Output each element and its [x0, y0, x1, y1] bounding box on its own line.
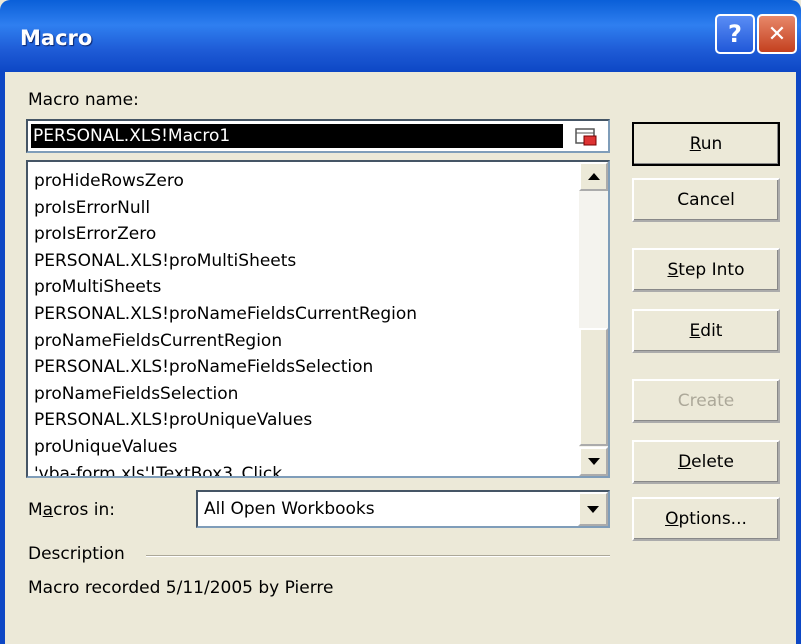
description-divider	[146, 555, 610, 557]
collapse-dialog-icon[interactable]	[572, 126, 600, 148]
title-bar: Macro ? ✕	[0, 0, 801, 72]
run-button[interactable]: Run	[632, 122, 780, 166]
macro-list-item[interactable]: PERSONAL.XLS!proMultiSheets	[34, 248, 417, 275]
cancel-button[interactable]: Cancel	[632, 178, 780, 222]
macro-name-input[interactable]: PERSONAL.XLS!Macro1	[26, 119, 610, 153]
description-text: Macro recorded 5/11/2005 by Pierre	[28, 578, 334, 598]
macro-name-value[interactable]: PERSONAL.XLS!Macro1	[31, 124, 563, 148]
vertical-scrollbar[interactable]	[579, 162, 608, 476]
scroll-down-icon[interactable]	[579, 447, 608, 476]
window-border-left	[0, 72, 5, 644]
window-title: Macro	[20, 26, 93, 50]
macro-list[interactable]: proHideRowsZero proIsErrorNull proIsErrorZ…	[26, 160, 610, 478]
delete-button[interactable]: Delete	[632, 440, 780, 484]
macro-list-item[interactable]: proNameFieldsCurrentRegion	[34, 328, 417, 355]
macros-in-value: All Open Workbooks	[204, 499, 375, 519]
macro-list-item[interactable]: proIsErrorNull	[34, 195, 417, 222]
macro-list-item[interactable]: PERSONAL.XLS!proNameFieldsSelection	[34, 354, 417, 381]
macro-list-item[interactable]: PERSONAL.XLS!proNameFieldsCurrentRegion	[34, 301, 417, 328]
macro-list-item[interactable]: proMultiSheets	[34, 274, 417, 301]
options-button[interactable]: Options...	[632, 497, 780, 541]
close-icon[interactable]: ✕	[757, 14, 797, 54]
macro-list-items: proHideRowsZero proIsErrorNull proIsErrorZ…	[34, 168, 417, 476]
macro-list-item[interactable]: proUniqueValues	[34, 434, 417, 461]
macros-in-label: Macros in:	[28, 500, 115, 520]
macro-list-item[interactable]: PERSONAL.XLS!proUniqueValues	[34, 407, 417, 434]
macro-list-item[interactable]: proIsErrorZero	[34, 221, 417, 248]
macro-name-label: Macro name:	[28, 90, 139, 110]
description-label: Description	[28, 544, 125, 564]
macro-list-item[interactable]: proHideRowsZero	[34, 168, 417, 195]
step-into-button[interactable]: Step Into	[632, 248, 780, 292]
macros-in-select[interactable]: All Open Workbooks	[196, 490, 610, 528]
scroll-thumb[interactable]	[579, 328, 608, 446]
macro-list-item[interactable]: proNameFieldsSelection	[34, 381, 417, 408]
macro-list-item[interactable]: 'vba-form.xls'!TextBox3_Click	[34, 461, 417, 476]
scroll-up-icon[interactable]	[579, 162, 608, 191]
edit-button[interactable]: Edit	[632, 309, 780, 353]
window-border-right	[796, 72, 801, 644]
create-button: Create	[632, 379, 780, 423]
help-icon[interactable]: ?	[715, 14, 755, 54]
dropdown-arrow-icon[interactable]	[578, 492, 608, 526]
